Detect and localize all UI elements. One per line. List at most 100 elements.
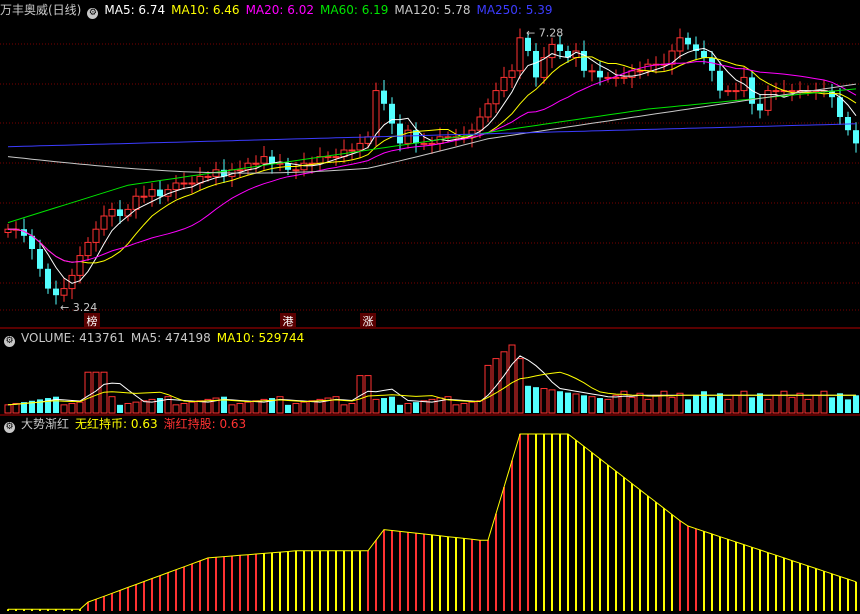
volume-bar-up: [12, 402, 20, 414]
candle-body-up: [180, 182, 188, 185]
candle-body-up: [724, 90, 732, 93]
volume-bar-down: [285, 404, 291, 413]
volume-bar-up: [780, 390, 788, 414]
candle-body-up: [148, 189, 156, 197]
indicator-panel: [7, 433, 857, 611]
volume-bar-up: [548, 389, 556, 414]
volume-bar-up: [540, 388, 548, 414]
candle-body-up: [76, 255, 84, 276]
settings-icon[interactable]: ⚙: [87, 8, 99, 19]
volume-bar-up: [308, 400, 316, 414]
volume-header: ⚙ VOLUME: 413761 MA5: 474198 MA10: 529744: [0, 330, 316, 347]
candle-body-up: [732, 90, 740, 93]
volume-bar-up: [76, 401, 84, 414]
candle-body-up: [788, 90, 796, 93]
candle-body-up: [508, 70, 516, 78]
volume-bar-up: [188, 401, 196, 414]
volume-bar-up: [172, 404, 180, 414]
volume-label-0: VOLUME: 413761: [21, 331, 125, 345]
candle-body-up: [548, 43, 556, 59]
event-marker: 港: [283, 315, 294, 328]
volume-bar-up: [772, 394, 780, 414]
candle-body-up: [332, 156, 340, 159]
candle-body-up: [492, 90, 500, 105]
indicator-label-1: 渐红持股: 0.63: [163, 417, 247, 431]
event-marker: 涨: [363, 315, 374, 328]
volume-bar-up: [124, 402, 132, 414]
settings-icon[interactable]: ⚙: [4, 422, 15, 433]
candle-body-up: [92, 228, 100, 243]
volume-bar-up: [68, 402, 76, 414]
candle-body-up: [348, 149, 356, 152]
volume-bar-down: [413, 402, 419, 413]
candle-body-up: [772, 90, 780, 93]
volume-bar-up: [236, 402, 244, 414]
candle-body-down: [701, 51, 707, 58]
indicator-header: ⚙ 大势渐红 无红持币: 0.63 渐红持股: 0.63: [0, 416, 258, 433]
candle-body-up: [588, 70, 596, 73]
volume-bar-up: [60, 404, 68, 414]
volume-bar-up: [732, 394, 740, 414]
candle-body-up: [356, 142, 364, 151]
volume-bar-down: [389, 396, 395, 413]
volume-bar-down: [845, 399, 851, 413]
volume-bar-up: [516, 358, 524, 414]
volume-bar-up: [108, 396, 116, 414]
indicator-title: 大势渐红: [21, 417, 70, 431]
ma-label-1: MA10: 6.46: [171, 3, 240, 17]
candle-body-up: [620, 76, 628, 79]
volume-label-2: MA10: 529744: [216, 331, 305, 345]
volume-bar-down: [701, 391, 707, 413]
candle-body-up: [676, 37, 684, 52]
candle-body-down: [45, 268, 51, 289]
candle-body-down: [717, 70, 723, 91]
candle-body-up: [84, 241, 92, 257]
indicator-label-0: 无红持币: 0.63: [75, 417, 158, 431]
volume-bar-up: [468, 401, 476, 414]
ma-label-5: MA250: 5.39: [476, 3, 553, 17]
volume-bar-up: [508, 344, 516, 414]
volume-bar-up: [252, 400, 260, 414]
volume-bar-up: [196, 400, 204, 414]
volume-bar-up: [652, 394, 660, 414]
volume-bar-up: [452, 404, 460, 414]
price-header: 万丰奥威(日线) ⚙ MA5: 6.74 MA10: 6.46 MA20: 6.02 MA…: [0, 2, 565, 19]
candle-body-up: [636, 70, 644, 73]
volume-legend: VOLUME: 413761 MA5: 474198 MA10: 529744: [21, 331, 310, 345]
volume-bar-down: [693, 395, 699, 413]
candle-body-up: [540, 57, 548, 78]
volume-bar-up: [612, 394, 620, 414]
volume-bar-down: [597, 398, 603, 413]
volume-bar-up: [340, 404, 348, 414]
candle-body-down: [53, 288, 59, 296]
volume-bar-up: [636, 392, 644, 414]
candle-body-up: [260, 156, 268, 164]
volume-bar-up: [812, 394, 820, 414]
candle-body-down: [709, 57, 715, 71]
volume-bar-up: [660, 390, 668, 414]
volume-label-1: MA5: 474198: [130, 331, 211, 345]
candle-body-down: [37, 249, 43, 269]
volume-bar-up: [244, 401, 252, 414]
volume-bar-up: [500, 351, 508, 414]
stock-chart[interactable]: ← 7.28 ← 3.24榜 港 涨: [0, 0, 860, 614]
volume-bar-up: [644, 398, 652, 414]
volume-bar-up: [764, 398, 772, 414]
volume-bar-up: [628, 396, 636, 414]
volume-bar-down: [381, 398, 387, 413]
volume-panel: [4, 344, 859, 414]
volume-bar-up: [668, 396, 676, 414]
stock-title: 万丰奥威(日线): [0, 3, 82, 17]
volume-bar-up: [572, 393, 580, 414]
candle-body-down: [381, 90, 387, 104]
ma-label-2: MA20: 6.02: [245, 3, 314, 17]
volume-bar-up: [292, 402, 300, 414]
volume-bar-down: [565, 392, 571, 413]
volume-bar-down: [557, 391, 563, 413]
candle-body-down: [525, 37, 531, 51]
volume-bar-down: [837, 393, 843, 413]
candle-body-up: [60, 288, 68, 296]
settings-icon[interactable]: ⚙: [4, 336, 15, 347]
volume-bar-up: [84, 371, 92, 414]
volume-bar-down: [525, 385, 531, 413]
